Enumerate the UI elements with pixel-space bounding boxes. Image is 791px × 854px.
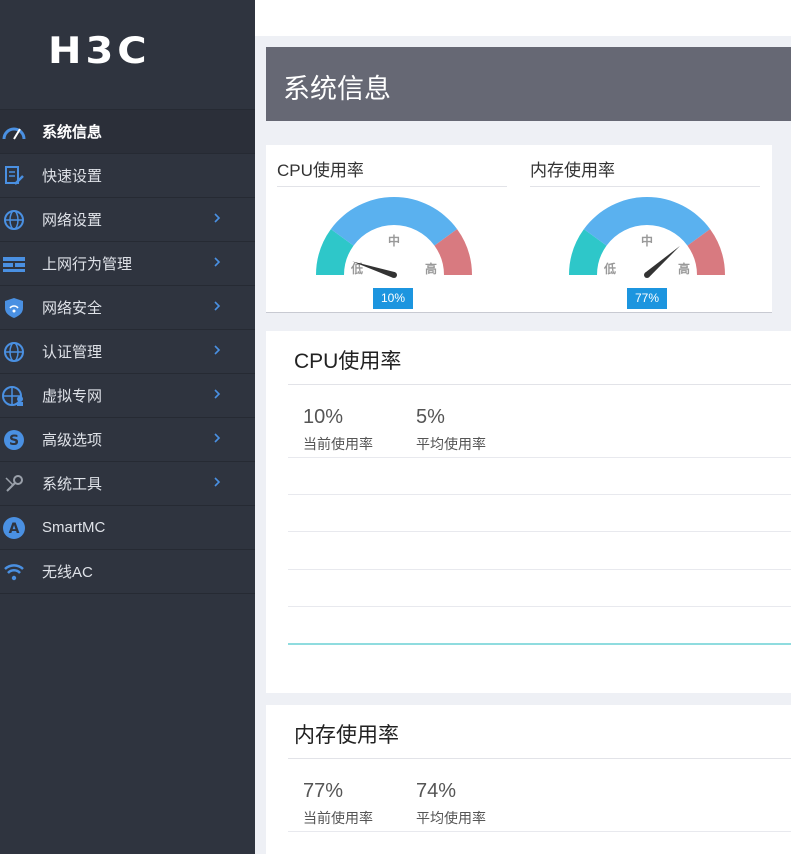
page-title-bar: 系统信息	[266, 47, 791, 121]
memory-gauge-dial: 低 中高	[569, 197, 725, 278]
sidebar-item-label: 网络设置	[42, 212, 103, 229]
cpu-gauge-badge: 10%	[373, 288, 413, 309]
gauge-mid-label: 中	[641, 233, 653, 248]
chevron-right-icon	[212, 254, 224, 270]
sidebar-item-7[interactable]: S 高级选项	[0, 417, 255, 461]
document-edit-icon	[0, 154, 28, 197]
cpu-gauge: CPU使用率 低 中高 10%	[277, 145, 509, 312]
chart-grid-line	[288, 457, 791, 458]
gauge-high-label: 高	[678, 261, 690, 276]
gauge-low-label: 低	[603, 261, 616, 276]
gauge-needle-hub	[391, 272, 397, 278]
sidebar-item-label: 高级选项	[42, 432, 103, 449]
memory-panel-title: 内存使用率	[294, 724, 399, 747]
sidebar-item-label: 认证管理	[42, 344, 103, 361]
sidebar-item-label: 快速设置	[42, 168, 103, 185]
page-title: 系统信息	[283, 74, 391, 104]
sidebar-item-label: 系统工具	[42, 476, 103, 493]
globe-person-icon	[0, 374, 28, 417]
a-circle-icon: A	[0, 506, 28, 549]
h3c-logo: H3C	[48, 29, 151, 73]
cpu-usage-panel: CPU使用率 10% 当前使用率 5% 平均使用率	[266, 331, 791, 693]
sidebar-item-label: SmartMC	[42, 519, 106, 536]
cpu-current-value: 10%	[303, 406, 344, 428]
memory-current-value: 77%	[303, 780, 344, 802]
sidebar-item-label: 虚拟专网	[42, 388, 103, 405]
gauge-needle-hub	[644, 272, 650, 278]
sidebar-item-10[interactable]: 无线AC	[0, 549, 255, 594]
memory-usage-panel: 内存使用率 77% 当前使用率 74% 平均使用率	[266, 705, 791, 854]
memory-gauge: 内存使用率 低 中高 77%	[530, 145, 762, 312]
chevron-right-icon	[212, 342, 224, 358]
sidebar-item-1[interactable]: 快速设置	[0, 153, 255, 197]
speedometer-icon	[0, 110, 28, 153]
sidebar-item-2[interactable]: 网络设置	[0, 197, 255, 241]
sidebar-item-5[interactable]: 认证管理	[0, 329, 255, 373]
memory-gauge-badge: 77%	[627, 288, 667, 309]
chart-grid-line	[288, 606, 791, 607]
sidebar-item-4[interactable]: 网络安全	[0, 285, 255, 329]
divider	[288, 384, 791, 385]
chart-grid-line	[288, 831, 791, 832]
cpu-gauge-title: CPU使用率	[277, 161, 364, 180]
main-content: 系统信息 CPU使用率 低 中高 10% 内存使用率 低 中高 77% CPU使用率…	[255, 0, 791, 854]
sidebar-item-label: 系统信息	[42, 124, 103, 141]
memory-average-label: 平均使用率	[416, 810, 486, 826]
svg-text:S: S	[9, 433, 19, 449]
chevron-right-icon	[212, 210, 224, 226]
cpu-gauge-dial: 低 中高	[316, 197, 472, 278]
sidebar-menu: 系统信息快速设置网络设置上网行为管理 网络安全认证管理虚拟专网 S 高级选项系统工具 A…	[0, 109, 255, 594]
sidebar-item-label: 网络安全	[42, 300, 103, 317]
globe-icon	[0, 330, 28, 373]
svg-text:A: A	[9, 521, 20, 537]
gauge-high-label: 高	[425, 261, 437, 276]
top-bar	[255, 0, 791, 36]
memory-current-label: 当前使用率	[303, 810, 373, 826]
cpu-usage-series-line	[288, 643, 791, 645]
cpu-average-label: 平均使用率	[416, 436, 486, 452]
memory-gauge-title: 内存使用率	[530, 161, 615, 180]
chart-grid-line	[288, 569, 791, 570]
globe-icon	[0, 198, 28, 241]
chevron-right-icon	[212, 298, 224, 314]
sidebar: H3C 系统信息 快速设置 网络设置 上网行为管理 网络安全 认证管理 虚拟专网 S 高级选项系…	[0, 0, 255, 854]
divider	[288, 758, 791, 759]
shield-wifi-icon	[0, 286, 28, 329]
chevron-right-icon	[212, 474, 224, 490]
divider	[277, 186, 507, 187]
chevron-right-icon	[212, 430, 224, 446]
cpu-panel-title: CPU使用率	[294, 350, 402, 373]
sidebar-item-label: 上网行为管理	[42, 256, 133, 273]
divider	[530, 186, 760, 187]
gauge-low-label: 低	[350, 261, 363, 276]
memory-average-value: 74%	[416, 780, 457, 802]
chart-grid-line	[288, 494, 791, 495]
firewall-icon	[0, 242, 28, 285]
sidebar-item-3[interactable]: 上网行为管理	[0, 241, 255, 285]
wifi-icon	[0, 550, 28, 593]
sidebar-item-8[interactable]: 系统工具	[0, 461, 255, 505]
sidebar-item-9[interactable]: A SmartMC	[0, 505, 255, 549]
gauge-needle	[645, 245, 681, 278]
cpu-current-label: 当前使用率	[303, 436, 373, 452]
gauge-card: CPU使用率 低 中高 10% 内存使用率 低 中高 77%	[266, 145, 772, 313]
sidebar-item-6[interactable]: 虚拟专网	[0, 373, 255, 417]
tools-icon	[0, 462, 28, 505]
chevron-right-icon	[212, 386, 224, 402]
sidebar-item-0[interactable]: 系统信息	[0, 109, 255, 153]
gauge-mid-label: 中	[388, 233, 400, 248]
s-circle-icon: S	[0, 418, 28, 461]
cpu-average-value: 5%	[416, 406, 445, 428]
chart-grid-line	[288, 531, 791, 532]
sidebar-item-label: 无线AC	[42, 564, 93, 581]
